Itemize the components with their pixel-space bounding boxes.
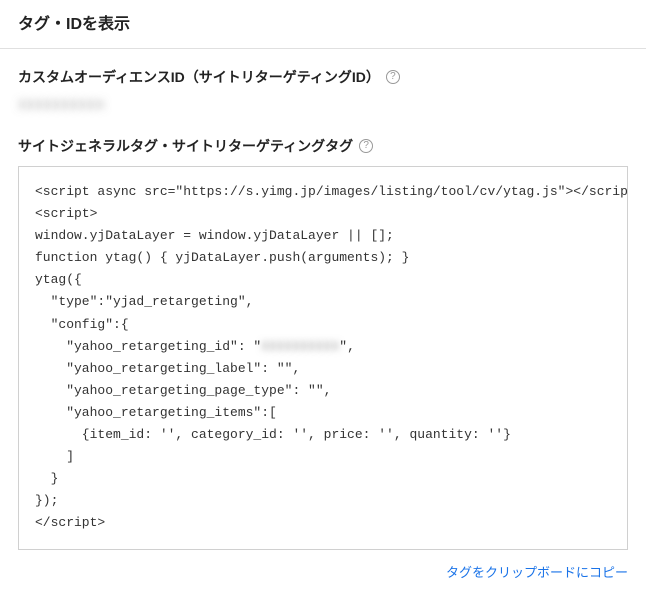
content-area: カスタムオーディエンスID（サイトリターゲティングID） ? XXXXXXXXX… [0, 49, 646, 550]
code-line: "config":{ [35, 317, 129, 332]
custom-audience-heading-text: カスタムオーディエンスID（サイトリターゲティングID） [18, 67, 380, 87]
code-line: ytag({ [35, 272, 82, 287]
site-tag-heading: サイトジェネラルタグ・サイトリターゲティングタグ ? [18, 136, 628, 156]
help-icon[interactable]: ? [359, 139, 373, 153]
copy-to-clipboard-link[interactable]: タグをクリップボードにコピー [446, 565, 628, 580]
code-line: <script async src="https://s.yimg.jp/ima… [35, 184, 628, 199]
code-line: {item_id: '', category_id: '', price: ''… [35, 427, 511, 442]
code-line: <script> [35, 206, 97, 221]
code-line: function ytag() { yjDataLayer.push(argum… [35, 250, 409, 265]
page-title: タグ・IDを表示 [0, 0, 646, 49]
site-tag-heading-text: サイトジェネラルタグ・サイトリターゲティングタグ [18, 136, 353, 156]
code-line: "yahoo_retargeting_items":[ [35, 405, 277, 420]
code-line: "yahoo_retargeting_label": "", [35, 361, 300, 376]
code-line: ] [35, 449, 74, 464]
code-line: }); [35, 493, 58, 508]
help-icon[interactable]: ? [386, 70, 400, 84]
code-line: "yahoo_retargeting_id": " [35, 339, 261, 354]
tag-code-box: <script async src="https://s.yimg.jp/ima… [18, 166, 628, 550]
custom-audience-id-value: XXXXXXXXXX [18, 97, 628, 112]
code-line: "type":"yjad_retargeting", [35, 294, 253, 309]
retargeting-id-redacted: XXXXXXXXXX [261, 339, 339, 354]
code-line: window.yjDataLayer = window.yjDataLayer … [35, 228, 394, 243]
code-line: } [35, 471, 58, 486]
custom-audience-heading: カスタムオーディエンスID（サイトリターゲティングID） ? [18, 67, 628, 87]
copy-row: タグをクリップボードにコピー [0, 550, 646, 596]
code-line: ", [339, 339, 355, 354]
code-line: </script> [35, 515, 105, 530]
code-line: "yahoo_retargeting_page_type": "", [35, 383, 331, 398]
